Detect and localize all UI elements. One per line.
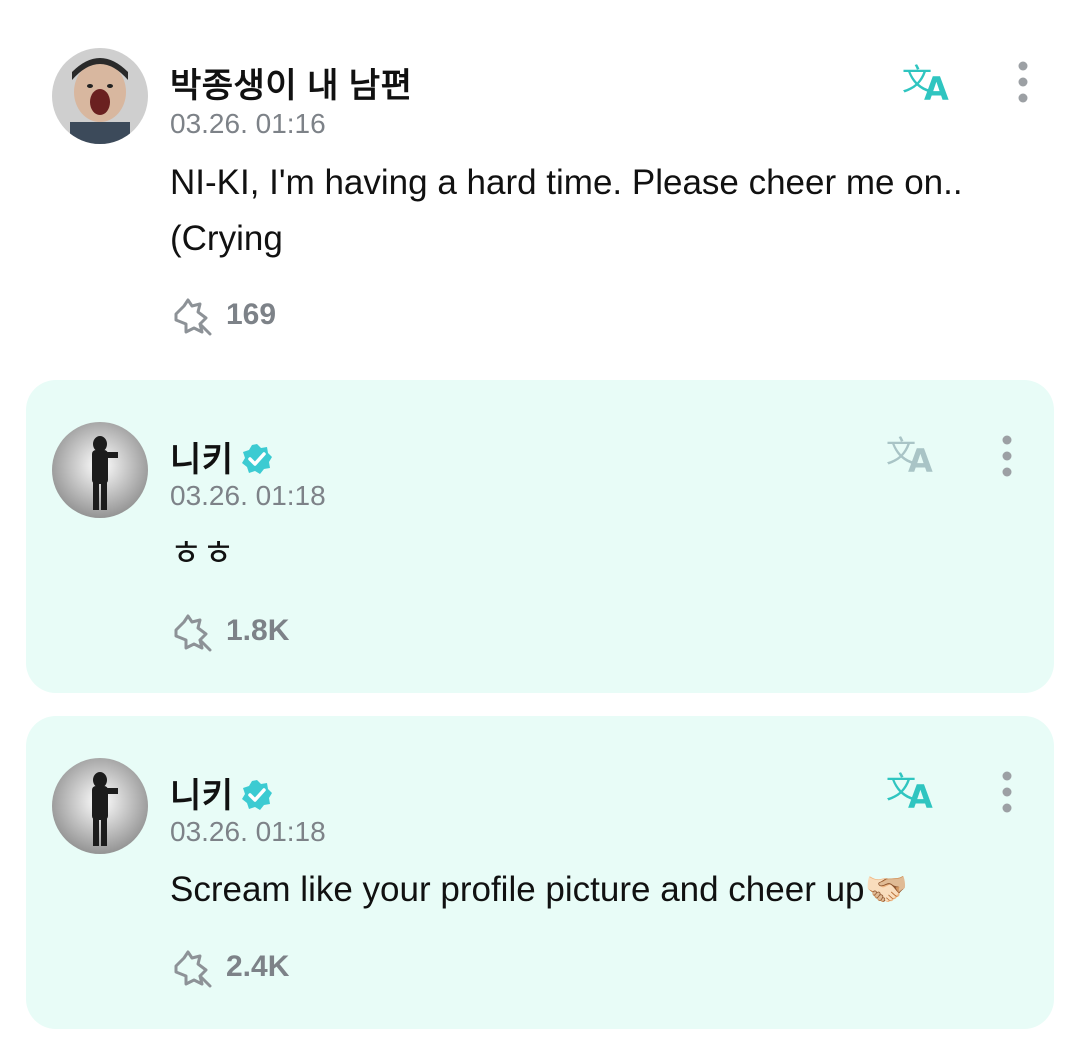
likes-count: 1.8K [226, 614, 290, 647]
avatar[interactable] [52, 48, 148, 144]
cheer-icon [174, 298, 212, 336]
translate-icon[interactable]: 文 A [884, 764, 944, 816]
reply-timestamp: 03.26. 01:18 [170, 816, 326, 847]
comment-author[interactable]: 박종생이 내 남편 [170, 58, 412, 107]
more-options-icon[interactable] [1008, 58, 1038, 108]
more-options-icon[interactable] [992, 432, 1022, 482]
comment-post: 박종생이 내 남편 03.26. 01:16 文 A NI-KI, I'm ha… [0, 0, 1080, 370]
cheer-icon [174, 950, 212, 988]
verified-badge-icon [241, 444, 272, 475]
more-options-icon[interactable] [992, 768, 1022, 818]
reply-author-name: 니키 [170, 777, 234, 815]
reply-text: Scream like your profile picture and che… [170, 870, 909, 909]
translate-icon[interactable]: 文 A [900, 56, 960, 108]
reply-post: 니키 03.26. 01:18 文 A ㅎㅎ 1.8K [26, 380, 1054, 693]
svg-text:A: A [908, 778, 933, 814]
avatar-image [52, 422, 148, 518]
likes-count: 169 [226, 298, 277, 331]
reply-author[interactable]: 니키 [170, 768, 274, 817]
avatar[interactable] [52, 758, 148, 854]
reply-author[interactable]: 니키 [170, 432, 274, 481]
translate-icon[interactable]: 文 A [884, 428, 944, 480]
avatar-image [52, 48, 148, 144]
reply-likes[interactable]: 2.4K [170, 946, 289, 988]
reply-author-name: 니키 [170, 441, 234, 479]
svg-text:A: A [924, 70, 949, 106]
likes-count: 2.4K [226, 950, 290, 983]
svg-text:A: A [908, 442, 933, 478]
comment-text: NI-KI, I'm having a hard time. Please ch… [170, 163, 963, 258]
avatar[interactable] [52, 422, 148, 518]
comment-timestamp: 03.26. 01:16 [170, 108, 326, 139]
verified-badge-icon [241, 780, 272, 811]
reply-likes[interactable]: 1.8K [170, 610, 289, 652]
reply-post: 니키 03.26. 01:18 文 A Scream like your pro… [26, 716, 1054, 1029]
comment-likes[interactable]: 169 [170, 294, 276, 336]
avatar-image [52, 758, 148, 854]
reply-text: ㅎㅎ [170, 534, 235, 573]
cheer-icon [174, 614, 212, 652]
reply-timestamp: 03.26. 01:18 [170, 480, 326, 511]
